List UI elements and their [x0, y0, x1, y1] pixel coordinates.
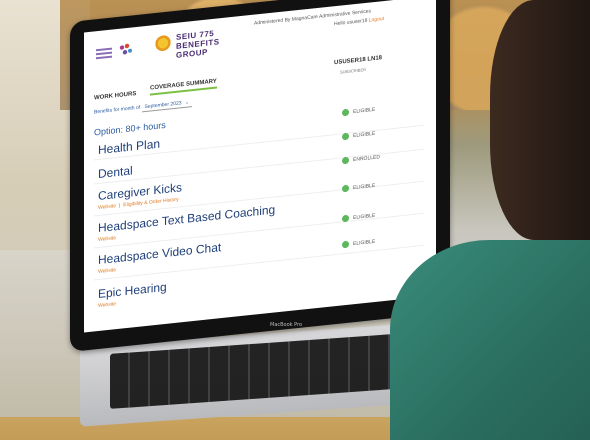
dots-logo-icon	[119, 43, 132, 55]
benefits-month-label: Benefits for month of	[94, 104, 141, 116]
website-link[interactable]: Website	[98, 267, 116, 275]
person	[390, 0, 590, 440]
tab-work-hours[interactable]: WORK HOURS	[94, 91, 136, 101]
check-circle-icon	[342, 240, 349, 249]
status-badge: ELIGIBLE	[342, 130, 376, 141]
check-circle-icon	[342, 184, 349, 193]
laptop-screen: SEIU 775 BENEFITS GROUP Administered By …	[84, 0, 436, 333]
plan-links: Website	[98, 301, 116, 309]
check-circle-icon	[342, 214, 349, 223]
tab-coverage-summary[interactable]: COVERAGE SUMMARY	[150, 78, 217, 96]
hello-text: Hello ususer18	[334, 17, 368, 28]
status-text: ELIGIBLE	[353, 182, 376, 192]
chevron-down-icon[interactable]: ⌄	[185, 99, 189, 105]
status-badge: ELIGIBLE	[342, 212, 376, 223]
status-text: ELIGIBLE	[353, 106, 376, 116]
status-badge: ELIGIBLE	[342, 106, 376, 117]
status-badge: ELIGIBLE	[342, 182, 376, 193]
website-link[interactable]: Website	[98, 235, 116, 243]
status-badge: ELIGIBLE	[342, 238, 376, 249]
plan-name: Dental	[98, 163, 133, 182]
status-badge: ENROLLED	[342, 153, 380, 165]
check-circle-icon	[342, 132, 349, 141]
check-circle-icon	[342, 156, 349, 165]
member-column-subheader: SUBSCRIBER	[340, 66, 367, 75]
member-column-header: USUSER18 LN18	[334, 55, 383, 67]
hamburger-menu-icon[interactable]	[96, 47, 112, 60]
status-text: ELIGIBLE	[353, 238, 376, 248]
status-text: ELIGIBLE	[353, 130, 376, 140]
check-circle-icon	[342, 108, 349, 117]
user-greeting: Hello ususer18 Logout	[334, 16, 384, 27]
status-text: ELIGIBLE	[353, 212, 376, 222]
sun-logo-icon	[154, 33, 172, 54]
website-link[interactable]: Website	[98, 203, 116, 211]
benefits-month-row: Benefits for month of September 2023 ⌄	[94, 99, 192, 117]
person-hair	[490, 0, 590, 240]
person-shirt	[390, 240, 590, 440]
option-label: Option: 80+ hours	[94, 119, 166, 138]
link-separator: |	[118, 202, 121, 209]
status-text: ENROLLED	[353, 154, 380, 164]
laptop-bezel: SEIU 775 BENEFITS GROUP Administered By …	[70, 0, 450, 352]
plan-links: Website	[98, 267, 116, 275]
device-label: MacBook Pro	[270, 322, 303, 328]
plan-links: Website	[98, 235, 116, 243]
seiu-benefits-logo[interactable]: SEIU 775 BENEFITS GROUP	[154, 26, 244, 60]
logout-link[interactable]: Logout	[369, 16, 384, 24]
website-link[interactable]: Website	[98, 301, 116, 309]
plan-name: Epic Hearing	[98, 279, 167, 302]
